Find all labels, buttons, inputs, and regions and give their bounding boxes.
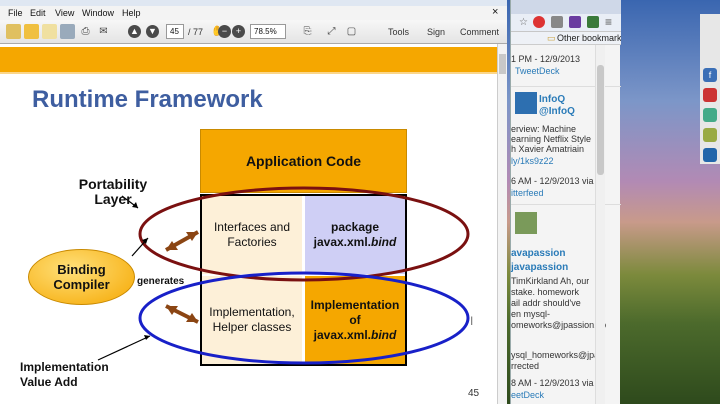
- bookmarks-bar: ▭ Other bookmarks: [511, 32, 621, 45]
- tweet-text: TimKirkland Ah, our: [511, 276, 590, 286]
- scrollbar-thumb[interactable]: [597, 65, 604, 175]
- other-bookmarks-link[interactable]: Other bookmarks: [557, 33, 621, 43]
- arrowhead: [144, 335, 150, 340]
- pdf-page: Runtime Framework Application Code Inter…: [0, 44, 497, 404]
- extension-icon[interactable]: [703, 128, 717, 142]
- zoom-out-icon[interactable]: −: [218, 25, 231, 38]
- extension-icon[interactable]: [569, 16, 581, 28]
- menu-window[interactable]: Window: [82, 8, 114, 18]
- close-document-icon[interactable]: ×: [492, 6, 498, 18]
- slide-page-number: 45: [468, 388, 480, 399]
- tweet-text: ail addr should've: [511, 298, 581, 308]
- avatar[interactable]: [515, 212, 537, 234]
- comment-bubble-icon[interactable]: ▢: [344, 24, 359, 39]
- tweet-via-link[interactable]: itterfeed: [511, 188, 544, 198]
- menu-icon[interactable]: ≡: [605, 15, 612, 29]
- diagram-overlay: [97, 186, 470, 365]
- avatar[interactable]: [515, 92, 537, 114]
- facebook-icon[interactable]: f: [703, 68, 717, 82]
- comment-button[interactable]: Comment: [460, 27, 499, 37]
- extension-icon[interactable]: [533, 16, 545, 28]
- extension-icon[interactable]: [551, 16, 563, 28]
- extension-icon[interactable]: [703, 88, 717, 102]
- generates-label: generates: [137, 276, 185, 287]
- previous-page-icon[interactable]: ▲: [128, 25, 141, 38]
- tweet-text: ysql_homeworks@jpas: [511, 350, 604, 360]
- portability-layer-label: Portability Layer: [78, 176, 148, 207]
- zoom-level-select[interactable]: 78.5%: [250, 24, 286, 39]
- tweet-text: stake. homework: [511, 287, 580, 297]
- tweet-text: en mysql-: [511, 309, 551, 319]
- impl-value-add-label: Implementation Value Add: [20, 360, 109, 389]
- tweet-author[interactable]: avapassion: [511, 248, 565, 259]
- browser-scrollbar[interactable]: [595, 45, 605, 404]
- scrollbar-thumb[interactable]: [499, 54, 506, 74]
- extension-sidebar: f: [700, 14, 720, 164]
- tweet-text: erview: Machine: [511, 124, 577, 134]
- extension-icon[interactable]: [587, 16, 599, 28]
- tweet-author[interactable]: InfoQ: [539, 94, 565, 105]
- extension-icon[interactable]: [703, 108, 717, 122]
- create-pdf-icon[interactable]: [24, 24, 39, 39]
- star-icon[interactable]: ☆: [519, 17, 528, 28]
- tweet-text: omeworks@jpassion.co: [511, 320, 607, 330]
- text-cursor-icon: I: [470, 314, 474, 328]
- print-icon[interactable]: ⎙: [78, 24, 93, 39]
- browser-window: ☆ ≡ ▭ Other bookmarks 1 PM - 12/9/2013 T…: [510, 0, 621, 404]
- save-icon[interactable]: [60, 24, 75, 39]
- binding-compiler-ellipse: Binding Compiler: [28, 249, 135, 305]
- page-total: / 77: [188, 27, 204, 37]
- extension-icon[interactable]: [703, 148, 717, 162]
- tweet-handle[interactable]: javapassion: [511, 262, 568, 273]
- sign-button[interactable]: Sign: [427, 27, 445, 37]
- folder-icon: ▭: [547, 33, 556, 43]
- reader-toolbar: ⎙ ✉ ▲ ▼ 45 / 77 ✋ − + 78.5% ⎘ ⤢ ▢ Tools …: [0, 20, 507, 44]
- page-number-input[interactable]: 45: [166, 24, 184, 39]
- tweet-text: earning Netflix Style: [511, 134, 592, 144]
- binding-compiler-label: Binding Compiler: [53, 262, 110, 292]
- tweet-via-link[interactable]: eetDeck: [511, 390, 544, 400]
- tweet-text: h Xavier Amatriain: [511, 144, 585, 154]
- value-add-pointer: [97, 335, 151, 361]
- pdf-scrollbar[interactable]: [497, 44, 507, 404]
- page-fit-icon[interactable]: ⎘: [300, 24, 315, 39]
- zoom-in-icon[interactable]: +: [232, 25, 245, 38]
- tweet-time: 6 AM - 12/9/2013 via: [511, 176, 594, 186]
- tweet-time: 1 PM - 12/9/2013: [511, 54, 581, 64]
- menu-edit[interactable]: Edit: [30, 8, 46, 18]
- browser-tab-strip: [511, 0, 621, 14]
- tweet-text: rrected: [511, 361, 540, 371]
- open-folder-icon[interactable]: [6, 24, 21, 39]
- menu-help[interactable]: Help: [122, 8, 141, 18]
- menu-bar: File Edit View Window Help ×: [0, 6, 507, 20]
- tweet-time: 8 AM - 12/9/2013 via: [511, 378, 594, 388]
- read-mode-icon[interactable]: ⤢: [324, 24, 339, 39]
- menu-view[interactable]: View: [55, 8, 74, 18]
- menu-file[interactable]: File: [8, 8, 23, 18]
- tweet-via-link[interactable]: TweetDeck: [515, 66, 560, 76]
- tweet-link[interactable]: ly/1ks9z22: [511, 156, 554, 166]
- tweet-handle[interactable]: @InfoQ: [539, 106, 575, 117]
- browser-toolbar: ☆ ≡: [511, 14, 621, 32]
- document-icon[interactable]: [42, 24, 57, 39]
- tools-button[interactable]: Tools: [388, 27, 409, 37]
- pdf-reader-window: File Edit View Window Help × ⎙ ✉ ▲ ▼ 45 …: [0, 0, 507, 404]
- email-icon[interactable]: ✉: [96, 24, 111, 39]
- next-page-icon[interactable]: ▼: [146, 25, 159, 38]
